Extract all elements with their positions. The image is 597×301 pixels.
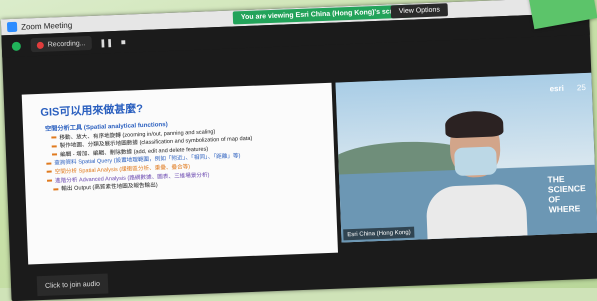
bullet-dash-icon: [51, 145, 57, 148]
zoom-icon: [6, 21, 18, 33]
bullet-dash-icon: [46, 162, 52, 165]
view-options-button[interactable]: View Options: [390, 3, 449, 19]
record-dot-icon: [36, 41, 44, 49]
window-title: Zoom Meeting: [20, 20, 73, 32]
bullet-dash-icon: [53, 187, 59, 191]
speaker-video-tile[interactable]: esri 25 THE SCIENCE OF WHERE Esri China …: [335, 72, 597, 243]
banner-line: WHERE: [548, 203, 581, 215]
banner-line: SCIENCE: [547, 183, 586, 195]
bullet-dash-icon: [52, 153, 58, 156]
science-of-where-banner: THE SCIENCE OF WHERE: [547, 173, 586, 215]
slide-bullet-text: 輸出 Output (高質素性地圖及報告輸出): [61, 182, 158, 193]
speaker-face-mask: [454, 146, 498, 177]
recording-label: Recording...: [47, 39, 86, 49]
slide-bullet-list: 空間分析工具 (Spatial analytical functions) 移動、…: [45, 115, 327, 194]
anniversary-badge: 25: [576, 82, 587, 93]
recording-indicator: Recording...: [30, 35, 92, 53]
esri-logo: esri: [549, 83, 565, 94]
zoom-window: Zoom Meeting You are viewing Esri China …: [0, 0, 597, 301]
pause-recording-icon[interactable]: ❚❚: [99, 38, 113, 48]
security-shield-icon[interactable]: [11, 41, 21, 51]
speaker-hair: [444, 110, 504, 139]
bullet-dash-icon: [46, 179, 53, 182]
stop-recording-icon[interactable]: ■: [121, 37, 126, 46]
bullet-dash-icon: [51, 136, 57, 139]
shared-slide: GIS可以用來做甚麼? 空間分析工具 (Spatial analytical f…: [21, 82, 339, 265]
speaker-body: [425, 183, 528, 243]
join-audio-button[interactable]: Click to join audio: [36, 273, 109, 297]
slide-title: GIS可以用來做甚麼?: [40, 103, 144, 119]
bullet-dash-icon: [46, 171, 52, 174]
